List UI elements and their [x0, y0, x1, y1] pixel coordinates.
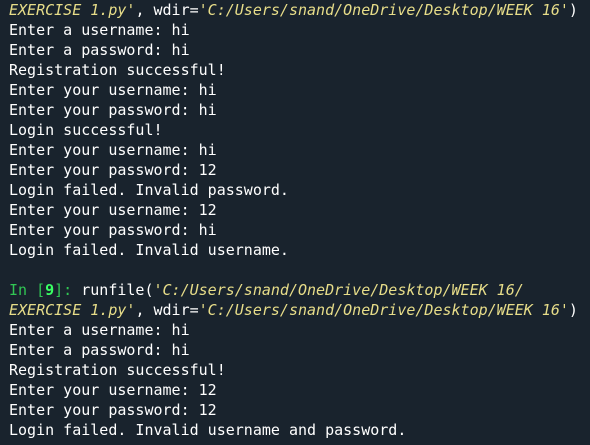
console-text-segment: Enter a password: hi — [9, 341, 190, 359]
console-text-segment: ) — [568, 301, 578, 319]
ipython-console[interactable]: EXERCISE 1.py', wdir='C:/Users/snand/One… — [0, 0, 590, 445]
console-text-segment: Enter a password: hi — [9, 41, 190, 59]
console-line: Enter your username: hi — [9, 140, 590, 160]
console-line: Enter a password: hi — [9, 40, 590, 60]
console-text-segment: Enter your username: 12 — [9, 201, 217, 219]
console-text-segment: 'C:/Users/snand/OneDrive/Desktop/WEEK 16… — [153, 281, 524, 299]
console-text-segment: , wdir= — [135, 1, 199, 19]
console-line: Registration successful! — [9, 60, 590, 80]
console-text-segment: Enter your password: 12 — [9, 161, 217, 179]
console-text-segment: runfile( — [81, 281, 154, 299]
console-line: Enter a password: hi — [9, 340, 590, 360]
console-text-segment: ) — [568, 1, 578, 19]
console-line: Login failed. Invalid username and passw… — [9, 420, 590, 440]
console-text-segment: EXERCISE 1.py' — [9, 301, 136, 319]
console-line: In [9]: runfile('C:/Users/snand/OneDrive… — [9, 280, 590, 300]
console-line: Enter your username: 12 — [9, 200, 590, 220]
console-line: Enter your password: 12 — [9, 400, 590, 420]
console-text-segment: Registration successful! — [9, 361, 226, 379]
console-text-segment: In [ — [9, 281, 46, 299]
console-text-segment: Enter your username: hi — [9, 141, 217, 159]
console-line: Enter your username: hi — [9, 80, 590, 100]
console-text-segment: , wdir= — [135, 301, 199, 319]
console-text-segment: ]: — [54, 281, 82, 299]
console-text-segment: Login failed. Invalid username. — [9, 241, 289, 259]
console-line: Enter a username: hi — [9, 320, 590, 340]
console-line: Enter your password: hi — [9, 220, 590, 240]
console-line: EXERCISE 1.py', wdir='C:/Users/snand/One… — [9, 0, 590, 20]
console-line: EXERCISE 1.py', wdir='C:/Users/snand/One… — [9, 300, 590, 320]
console-line: Registration successful! — [9, 360, 590, 380]
console-line: Enter a username: hi — [9, 20, 590, 40]
console-text-segment: Registration successful! — [9, 61, 226, 79]
console-text-segment: Enter your password: hi — [9, 221, 217, 239]
console-text-segment: Enter your password: hi — [9, 101, 217, 119]
console-text-segment: EXERCISE 1.py' — [9, 1, 136, 19]
console-line: Login failed. Invalid username. — [9, 240, 590, 260]
console-line: Login failed. Invalid password. — [9, 180, 590, 200]
console-text-segment: Enter your username: hi — [9, 81, 217, 99]
console-line: Enter your password: hi — [9, 100, 590, 120]
console-text-segment: Login successful! — [9, 121, 163, 139]
console-text-segment: Enter a username: hi — [9, 321, 190, 339]
console-text-segment: 'C:/Users/snand/OneDrive/Desktop/WEEK 16… — [198, 301, 569, 319]
console-text-segment: 9 — [45, 281, 55, 299]
console-text-segment: 'C:/Users/snand/OneDrive/Desktop/WEEK 16… — [198, 1, 569, 19]
console-line: Login successful! — [9, 120, 590, 140]
console-text-segment: Login failed. Invalid password. — [9, 181, 289, 199]
console-line: Enter your password: 12 — [9, 160, 590, 180]
console-output: EXERCISE 1.py', wdir='C:/Users/snand/One… — [9, 0, 590, 440]
console-text-segment: Enter your username: 12 — [9, 381, 217, 399]
console-line: Enter your username: 12 — [9, 380, 590, 400]
console-text-segment: Enter your password: 12 — [9, 401, 217, 419]
console-text-segment: Login failed. Invalid username and passw… — [9, 421, 407, 439]
console-text-segment: Enter a username: hi — [9, 21, 190, 39]
